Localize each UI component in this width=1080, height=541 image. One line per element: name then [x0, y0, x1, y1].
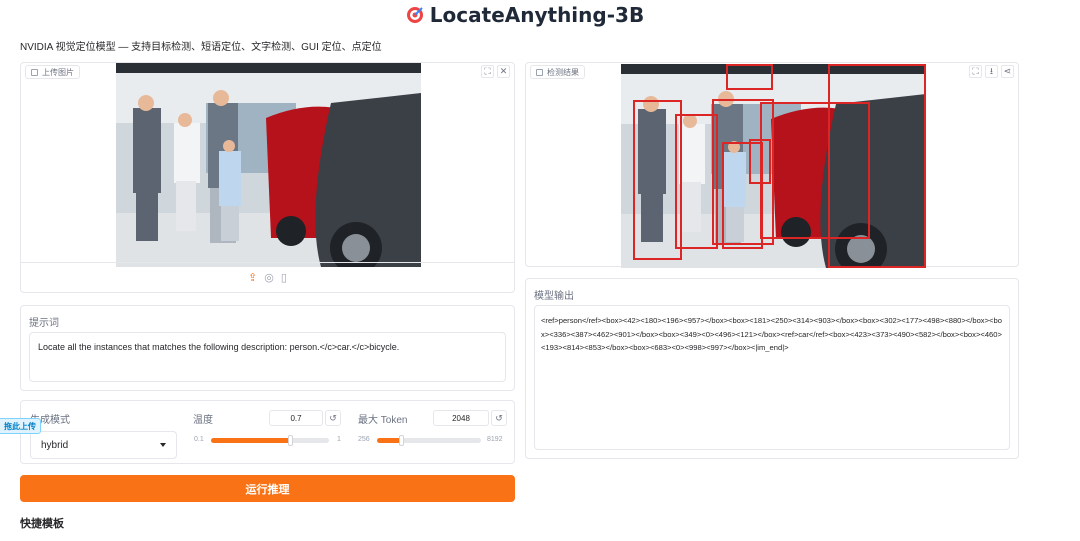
image-icon — [31, 68, 38, 76]
temperature-max: 1 — [337, 436, 341, 443]
max-token-max: 8192 — [487, 436, 503, 443]
webcam-icon[interactable]: ◎ — [264, 271, 274, 284]
temperature-label: 温度 — [193, 415, 213, 426]
target-logo-icon — [406, 7, 423, 23]
chevron-down-icon — [160, 443, 166, 447]
prompt-textarea[interactable]: Locate all the instances that matches th… — [29, 332, 506, 382]
uploaded-photo — [116, 63, 421, 267]
mode-select[interactable]: hybrid — [30, 431, 177, 459]
max-token-slider-fill — [377, 438, 401, 443]
max-token-slider[interactable] — [377, 435, 481, 446]
max-token-min: 256 — [358, 436, 370, 443]
image-icon — [536, 68, 543, 76]
detection-result-label: 检测结果 — [530, 65, 585, 79]
run-inference-button[interactable]: 运行推理 — [20, 475, 515, 502]
upload-icon[interactable]: ⇪ — [248, 271, 257, 284]
temperature-min: 0.1 — [194, 436, 204, 443]
max-token-label: 最大 Token — [358, 415, 408, 426]
close-icon[interactable]: ✕ — [497, 65, 510, 78]
upload-image-label: 上传图片 — [25, 65, 80, 79]
fullscreen-icon[interactable]: ⛶ — [481, 65, 494, 78]
model-output-panel: 模型输出 <ref>person</ref><box><42><180><196… — [525, 278, 1019, 459]
model-output-label: 模型输出 — [534, 291, 574, 302]
upload-image-panel[interactable]: 上传图片 ⛶ ✕ ⇪ ◎ ▯ — [20, 62, 515, 293]
share-icon[interactable]: ⋖ — [1001, 65, 1014, 78]
prompt-label: 提示词 — [29, 318, 59, 329]
app-title-text: LocateAnything-3B — [429, 3, 645, 27]
app-title: LocateAnything-3B — [0, 3, 1050, 27]
temperature-slider-fill — [211, 438, 291, 443]
generation-controls-panel: 生成模式 hybrid 温度 0.7 ↺ 0.1 1 最大 Token 2048… — [20, 400, 515, 464]
temperature-input[interactable]: 0.7 — [269, 410, 323, 426]
max-token-slider-thumb[interactable] — [398, 435, 404, 446]
detection-result-panel: 检测结果 ⛶ ⭳ ⋖ — [525, 62, 1019, 268]
clipboard-icon[interactable]: ▯ — [281, 271, 287, 284]
quick-templates-heading: 快捷模板 — [20, 518, 64, 530]
prompt-panel: 提示词 Locate all the instances that matche… — [20, 305, 515, 391]
mode-select-value: hybrid — [41, 439, 69, 451]
temperature-reset-icon[interactable]: ↺ — [325, 410, 341, 426]
result-photo — [621, 64, 926, 268]
app-subtitle: NVIDIA 视觉定位模型 — 支持目标检测、短语定位、文字检测、GUI 定位、… — [20, 42, 382, 53]
max-token-input[interactable]: 2048 — [433, 410, 489, 426]
model-output-textbox[interactable]: <ref>person</ref><box><42><180><196><957… — [534, 305, 1010, 450]
download-icon[interactable]: ⭳ — [985, 65, 998, 78]
fullscreen-icon[interactable]: ⛶ — [969, 65, 982, 78]
temperature-slider-thumb[interactable] — [288, 435, 294, 446]
max-token-reset-icon[interactable]: ↺ — [491, 410, 507, 426]
temperature-slider[interactable] — [211, 435, 329, 446]
drop-upload-tag[interactable]: 拖此上传 — [0, 418, 41, 434]
